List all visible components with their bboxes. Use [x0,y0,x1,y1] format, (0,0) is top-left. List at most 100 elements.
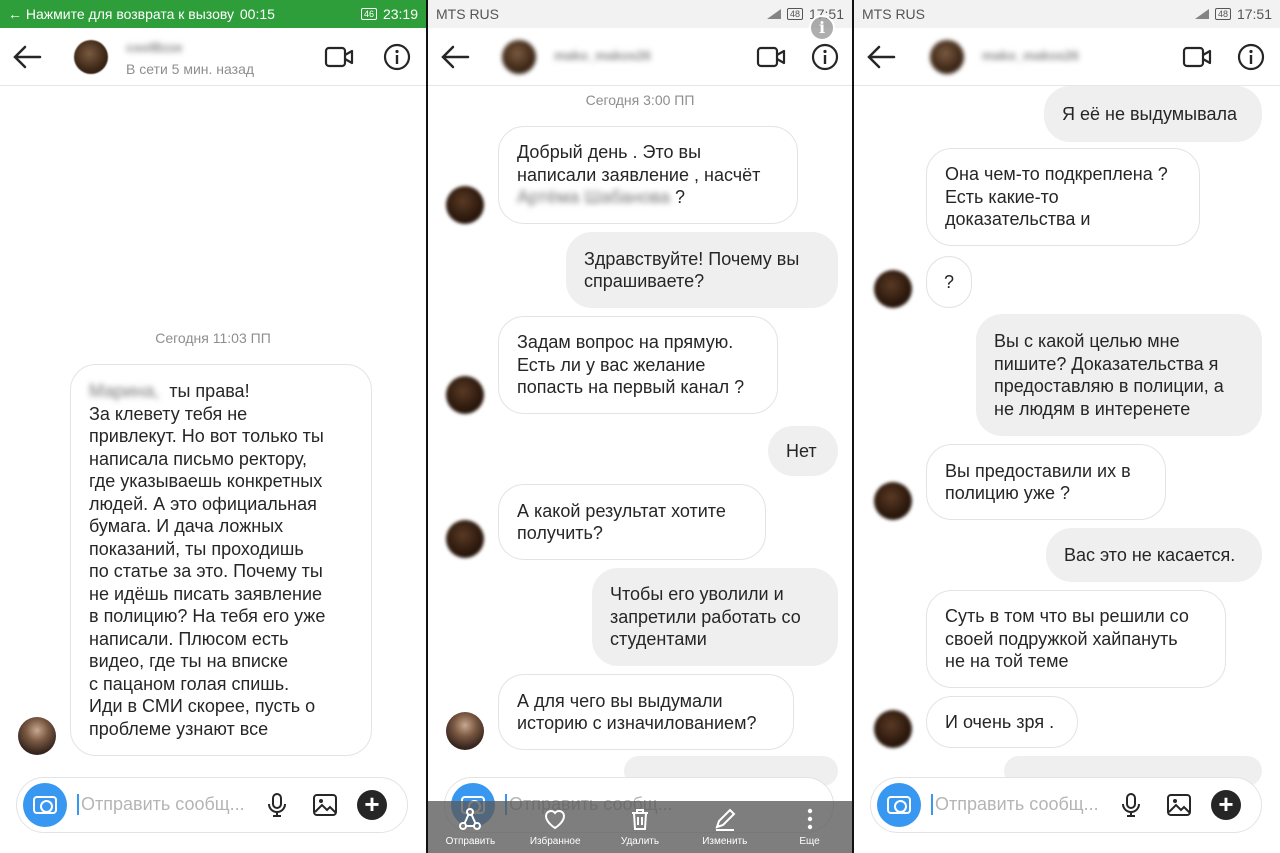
message-line: И очень зря . [945,711,1055,732]
message-action-bar: Отправить Избранное Удалить Изменить Еще [428,801,852,853]
message-bubble-incoming[interactable]: Суть в том что вы решили со своей подруж… [926,590,1226,688]
message-bubble-incoming[interactable]: Добрый день . Это вы написали заявление … [498,126,798,224]
message-bubble-outgoing[interactable]: Нет [768,426,838,476]
add-icon[interactable]: + [357,790,387,820]
delete-label: Удалить [620,836,660,847]
more-label: Еще [799,836,820,847]
sender-avatar[interactable] [874,710,912,748]
back-arrow-icon[interactable] [864,40,898,74]
share-button[interactable]: Отправить [435,806,505,847]
camera-button[interactable] [23,783,67,827]
message-line: А какой результат хотите [517,500,726,521]
message-bubble-incoming[interactable]: Вы предоставили их в полицию уже ? [926,444,1166,520]
blurred-name: Марина, [89,381,160,401]
contact-name[interactable]: mako_makos26 [554,48,651,63]
info-overlay-icon[interactable]: i [809,15,835,41]
microphone-icon[interactable] [263,791,291,819]
video-call-icon[interactable] [324,44,354,70]
chat-screen-2: MTS RUS 48 17:51 mako_makos26 i Сегодня … [426,0,854,853]
message-bubble-incoming[interactable]: ? [926,256,972,308]
message-timestamp: Сегодня 11:03 ПП [155,330,271,346]
message-line: студентами [610,629,707,650]
add-icon[interactable]: + [1211,790,1241,820]
message-bubble-outgoing[interactable]: Вас это не касается. [1046,528,1262,582]
edit-icon [715,808,736,831]
back-arrow-icon[interactable] [438,40,472,74]
message-bubble-incoming[interactable]: И очень зря . [926,696,1078,748]
message-bubble-incoming[interactable]: А для чего вы выдумали историю с изначил… [498,674,794,750]
message-line: полицию уже ? [945,483,1071,503]
favorite-button[interactable]: Избранное [520,806,590,847]
avatar[interactable] [502,40,536,74]
carrier: MTS RUS [862,6,925,22]
message-line: проблеме узнают все [89,718,269,739]
message-line: людей. А это официальная [89,493,317,514]
message-bubble-outgoing[interactable]: Я её не выдумывала [1044,86,1262,142]
delete-button[interactable]: Удалить [605,806,675,847]
clock: 23:19 [382,6,418,22]
edit-label: Изменить [702,836,748,847]
message-line: Вас это не касается. [1064,544,1236,565]
message-line: не людям в интеренете [994,398,1191,419]
sender-avatar[interactable] [446,376,484,414]
video-call-icon[interactable] [1182,44,1212,70]
call-timer: 00:15 [239,6,275,22]
sender-avatar[interactable] [874,482,912,520]
message-line: Вы с какой целью мне [994,331,1180,351]
message-line: показаний, ты проходишь [89,538,304,559]
message-line: Нет [786,440,817,461]
contact-name[interactable]: mako_makos26 [982,48,1079,63]
message-line: Она чем-то подкреплена ? [945,164,1168,185]
sender-avatar[interactable] [446,186,484,224]
message-bubble-incoming[interactable]: А какой результат хотите получить? [498,484,766,560]
signal-icon [1194,9,1209,19]
battery-icon: 48 [786,8,803,20]
message-input[interactable]: Отправить сообщ... [77,794,245,815]
video-call-icon[interactable] [756,44,786,70]
message-line: ты права! [169,381,250,401]
info-icon[interactable] [382,42,412,72]
message-composer: Отправить сообщ... + [16,777,408,833]
message-bubble-incoming[interactable]: Задам вопрос на прямую. Есть ли у вас же… [498,316,778,414]
message-bubble-outgoing[interactable]: Здравствуйте! Почему вы спрашиваете? [566,232,838,308]
message-line: доказательства и [945,209,1091,230]
avatar[interactable] [930,40,964,74]
message-line: не на той теме [945,651,1069,672]
message-bubble-outgoing[interactable]: Вы с какой целью мне пишите? Доказательс… [976,314,1262,436]
message-bubble-outgoing[interactable]: Чтобы его уволили и запретили работать с… [592,568,838,666]
gallery-icon[interactable] [311,791,339,819]
message-line: предоставляю в полиции, а [994,376,1224,396]
contact-name[interactable]: coolBzze [126,40,182,55]
message-input[interactable]: Отправить сообщ... [931,794,1099,815]
message-line: Задам вопрос на прямую. [517,332,734,353]
message-bubble-incoming[interactable]: Она чем-то подкреплена ? Есть какие-то д… [926,148,1200,246]
message-line: где указываешь конкретных [89,471,323,491]
message-thread: Сегодня 3:00 ПП Добрый день . Это вы нап… [428,86,852,786]
microphone-icon[interactable] [1117,791,1145,819]
sender-avatar[interactable] [446,520,484,558]
message-line: видео, где ты на вписке [89,651,289,671]
message-bubble-incoming[interactable]: Марина, ты права! За клевету тебя не при… [70,364,372,756]
info-icon[interactable] [1236,42,1266,72]
sender-avatar[interactable] [18,717,56,755]
more-icon [807,808,812,830]
gallery-icon[interactable] [1165,791,1193,819]
avatar[interactable] [74,40,108,74]
call-return-text[interactable]: ← Нажмите для возврата к вызову [8,6,240,22]
message-line: Есть ли у вас желание [517,354,706,375]
more-button[interactable]: Еще [775,806,845,847]
info-icon[interactable] [810,42,840,72]
chat-header: coolBzze В сети 5 мин. назад [0,28,426,86]
camera-button[interactable] [877,783,921,827]
call-return-bar[interactable]: ← Нажмите для возврата к вызову 00:15 46… [0,0,426,28]
share-label: Отправить [445,836,496,847]
back-arrow-icon[interactable] [10,40,44,74]
message-line: привлекут. Но вот только ты [89,426,324,446]
message-line: спрашиваете? [584,271,705,291]
edit-button[interactable]: Изменить [690,806,760,847]
message-line: Иди в СМИ скорее, пусть о [89,696,316,716]
message-line: с пацаном голая спишь. [89,673,290,694]
sender-avatar[interactable] [874,270,912,308]
sender-avatar[interactable] [446,712,484,750]
status-bar: MTS RUS 48 17:51 [428,0,852,28]
